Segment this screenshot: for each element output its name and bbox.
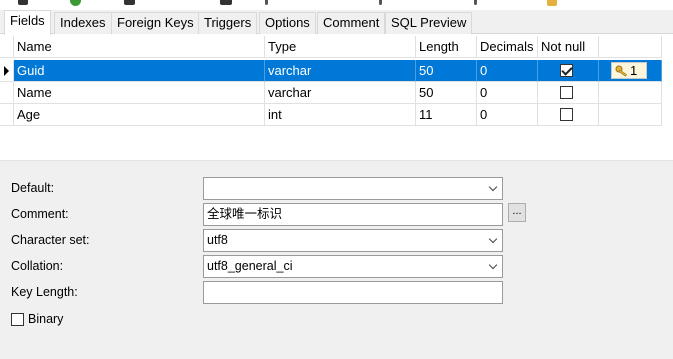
not-null-checkbox[interactable] — [560, 64, 573, 77]
comment-field[interactable]: 全球唯一标识 — [203, 203, 503, 226]
field-name-cell[interactable]: Guid — [14, 60, 265, 82]
field-decimals-cell[interactable]: 0 — [477, 60, 538, 82]
field-type-cell[interactable]: int — [265, 104, 416, 126]
insert-field-icon[interactable] — [124, 0, 135, 5]
field-key-cell[interactable] — [599, 82, 662, 104]
current-row-indicator — [0, 60, 14, 82]
tab-fields[interactable]: Fields — [4, 10, 51, 35]
binary-label[interactable]: Binary — [28, 309, 63, 329]
tab-sql-preview[interactable]: SQL Preview — [385, 12, 473, 34]
table-row[interactable]: Name varchar 50 0 — [0, 82, 662, 104]
field-decimals-cell[interactable]: 0 — [477, 104, 538, 126]
add-field-icon[interactable] — [70, 0, 81, 6]
row-pointer-icon — [4, 66, 9, 76]
comment-ellipsis-button[interactable]: ... — [508, 203, 526, 222]
table-row[interactable]: Guid varchar 50 0 1 — [0, 60, 662, 82]
key-length-field[interactable] — [203, 281, 503, 304]
primary-key-icon[interactable] — [547, 0, 557, 6]
panel-divider[interactable] — [0, 160, 673, 168]
column-header-type[interactable]: Type — [265, 36, 416, 58]
tab-comment[interactable]: Comment — [317, 12, 386, 34]
character-set-select[interactable]: utf8 — [203, 229, 503, 252]
field-length-cell[interactable]: 11 — [416, 104, 477, 126]
tab-triggers[interactable]: Triggers — [198, 12, 258, 34]
primary-key-order: 1 — [630, 63, 638, 78]
tab-options[interactable]: Options — [259, 12, 316, 34]
default-combobox[interactable] — [203, 177, 503, 200]
collation-select[interactable]: utf8_general_ci — [203, 255, 503, 278]
fields-grid: Name Type Length Decimals Not null Guid … — [0, 36, 673, 128]
grid-header: Name Type Length Decimals Not null — [0, 36, 662, 58]
field-not-null-cell — [538, 104, 599, 126]
field-length-cell[interactable]: 50 — [416, 82, 477, 104]
field-type-cell[interactable]: varchar — [265, 82, 416, 104]
character-set-label: Character set: — [11, 233, 90, 247]
field-type-cell[interactable]: varchar — [265, 60, 416, 82]
row-indicator — [0, 82, 14, 104]
field-not-null-cell — [538, 82, 599, 104]
column-header-name[interactable]: Name — [14, 36, 265, 58]
row-indicator — [0, 36, 14, 58]
toolbar-separator-icon — [265, 0, 268, 5]
field-not-null-cell — [538, 60, 599, 82]
key-length-label: Key Length: — [11, 285, 78, 299]
column-header-key — [599, 36, 662, 58]
default-label: Default: — [11, 181, 55, 195]
not-null-checkbox[interactable] — [560, 86, 573, 99]
tab-foreign-keys[interactable]: Foreign Keys — [111, 12, 200, 34]
field-key-cell[interactable] — [599, 104, 662, 126]
collation-label: Collation: — [11, 259, 64, 273]
delete-field-icon[interactable] — [220, 0, 232, 5]
toolbar-separator-icon — [379, 0, 382, 5]
tab-strip: Fields Indexes Foreign Keys Triggers Opt… — [0, 10, 673, 35]
column-header-length[interactable]: Length — [416, 36, 477, 58]
field-name-cell[interactable]: Name — [14, 82, 265, 104]
comment-label: Comment: — [11, 207, 69, 221]
field-name-cell[interactable]: Age — [14, 104, 265, 126]
save-icon[interactable] — [18, 0, 28, 5]
column-header-decimals[interactable]: Decimals — [477, 36, 538, 58]
binary-checkbox[interactable] — [11, 313, 24, 326]
tab-indexes[interactable]: Indexes — [54, 12, 112, 34]
toolbar — [0, 0, 673, 8]
field-length-cell[interactable]: 50 — [416, 60, 477, 82]
not-null-checkbox[interactable] — [560, 108, 573, 121]
primary-key-badge[interactable]: 1 — [611, 62, 647, 79]
column-header-not-null[interactable]: Not null — [538, 36, 599, 58]
field-key-cell: 1 — [599, 60, 662, 82]
toolbar-separator-icon — [474, 0, 477, 5]
row-indicator — [0, 104, 14, 126]
field-properties-panel: Default: Comment: 全球唯一标识 ... Character s… — [0, 168, 673, 359]
field-decimals-cell[interactable]: 0 — [477, 82, 538, 104]
table-row[interactable]: Age int 11 0 — [0, 104, 662, 126]
key-icon — [615, 65, 627, 77]
